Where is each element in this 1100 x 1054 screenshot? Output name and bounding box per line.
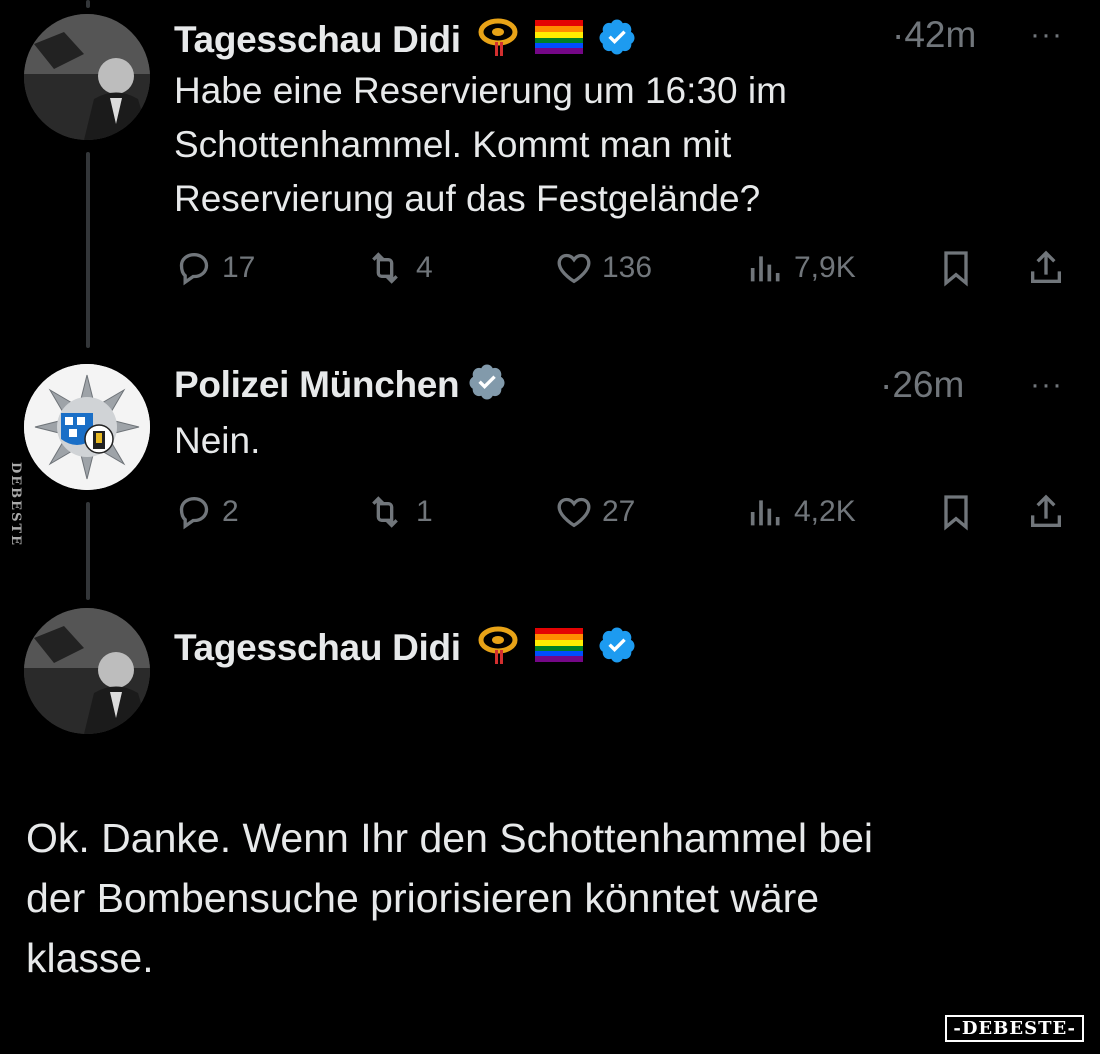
tweet-text-line: Habe eine Reservierung um 16:30 im (174, 70, 787, 111)
more-options-button[interactable]: ··· (1030, 368, 1063, 402)
tweet-actions: 17 4 136 7,9K (174, 248, 1074, 298)
reply-button[interactable]: 2 (174, 492, 239, 532)
tweet-time[interactable]: ·26m (880, 364, 964, 406)
share-button[interactable] (1026, 492, 1066, 532)
retweet-count: 1 (416, 495, 433, 528)
like-count: 27 (602, 495, 636, 528)
tweet-3-header: Tagesschau Didi (174, 622, 637, 673)
retweet-button[interactable]: 4 (362, 248, 433, 288)
verified-badge-icon (467, 362, 507, 407)
avatar-tagesschau-didi[interactable] (24, 14, 150, 140)
views-icon (750, 500, 780, 526)
thread-line (86, 152, 90, 348)
verified-badge-icon (597, 17, 637, 62)
tweet-text-line: Reservierung auf das Festgelände? (174, 178, 761, 219)
views-button[interactable]: 7,9K (746, 248, 856, 288)
rainbow-flag-icon (534, 20, 583, 59)
tweet-text-line: klasse. (26, 935, 154, 981)
tweet-text: Habe eine Reservierung um 16:30 im Schot… (174, 64, 787, 226)
retweet-icon (372, 252, 398, 284)
bookmark-icon (944, 251, 968, 287)
thread-line (86, 0, 90, 8)
rainbow-flag-icon (534, 628, 583, 667)
like-button[interactable]: 136 (554, 248, 652, 288)
reply-icon (179, 496, 209, 530)
retweet-button[interactable]: 1 (362, 492, 433, 532)
postal-horn-icon (475, 622, 521, 673)
views-icon (750, 256, 780, 282)
main-tweet-text: Ok. Danke. Wenn Ihr den Schottenhammel b… (26, 808, 1066, 988)
avatar-tagesschau-didi[interactable] (24, 608, 150, 734)
reply-icon (179, 252, 209, 286)
views-count: 4,2K (794, 495, 856, 528)
thread-line (86, 502, 90, 600)
watermark: -DEBESTE- (945, 1015, 1084, 1042)
tweet-text-line: Nein. (174, 420, 261, 461)
tweet-text-line: Schottenhammel. Kommt man mit (174, 124, 732, 165)
postal-horn-icon (475, 14, 521, 65)
tweet-1-header: Tagesschau Didi (174, 14, 637, 65)
reply-count: 2 (222, 495, 239, 528)
tweet-time[interactable]: ·42m (892, 14, 976, 56)
share-button[interactable] (1026, 248, 1066, 288)
tweet-2-header: Polizei München (174, 362, 507, 407)
bookmark-button[interactable] (936, 492, 976, 532)
retweet-count: 4 (416, 251, 433, 284)
like-count: 136 (602, 251, 653, 284)
retweet-icon (372, 496, 398, 528)
reply-button[interactable]: 17 (174, 248, 255, 288)
author-name[interactable]: Tagesschau Didi (174, 627, 461, 669)
side-watermark: DEBESTE (8, 462, 23, 548)
author-name[interactable]: Tagesschau Didi (174, 19, 461, 61)
tweet-text: Nein. (174, 414, 260, 468)
bookmark-icon (944, 495, 968, 531)
bookmark-button[interactable] (936, 248, 976, 288)
more-options-button[interactable]: ··· (1030, 18, 1063, 52)
tweet-text-line: der Bombensuche priorisieren könntet wär… (26, 875, 820, 921)
verified-badge-icon (597, 625, 637, 670)
share-icon (1031, 494, 1061, 527)
share-icon (1031, 250, 1061, 283)
heart-icon (557, 497, 591, 528)
tweet-text-line: Ok. Danke. Wenn Ihr den Schottenhammel b… (26, 815, 874, 861)
author-name[interactable]: Polizei München (174, 364, 460, 406)
views-button[interactable]: 4,2K (746, 492, 856, 532)
avatar-polizei-muenchen[interactable] (24, 364, 150, 490)
reply-count: 17 (222, 251, 256, 284)
heart-icon (557, 253, 591, 284)
views-count: 7,9K (794, 251, 856, 284)
tweet-actions: 2 1 27 4,2K (174, 492, 1074, 542)
like-button[interactable]: 27 (554, 492, 635, 532)
